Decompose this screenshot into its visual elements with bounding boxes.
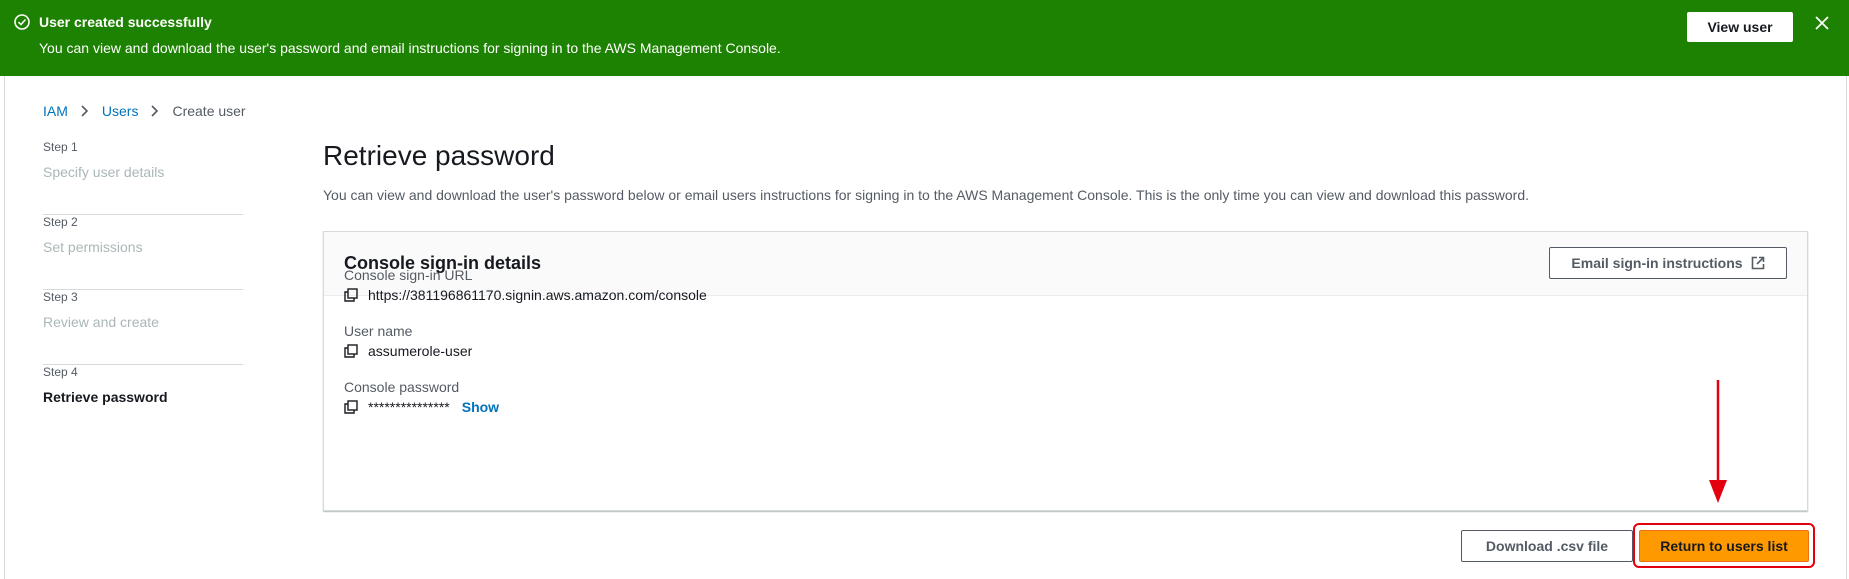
console-signin-details-panel: Console sign-in details Email sign-in in… — [323, 231, 1808, 511]
external-link-icon — [1751, 256, 1764, 270]
wizard-steps: Step 1 Specify user details Step 2 Set p… — [43, 140, 243, 440]
step-label: Retrieve password — [43, 389, 168, 405]
breadcrumb-create-user: Create user — [172, 103, 246, 119]
copy-icon[interactable] — [344, 288, 358, 302]
username-value: assumerole-user — [368, 343, 473, 359]
console-password-field: *************** Show — [344, 399, 499, 415]
step-label: Set permissions — [43, 239, 143, 255]
check-circle-icon — [14, 14, 30, 30]
signin-url-value: https://381196861170.signin.aws.amazon.c… — [368, 287, 707, 303]
breadcrumb: IAM Users Create user — [43, 103, 246, 119]
signin-url-label-text: Console sign-in URL — [344, 267, 473, 283]
signin-url-field: https://381196861170.signin.aws.amazon.c… — [344, 287, 707, 303]
wizard-step-2: Step 2 Set permissions — [43, 215, 243, 290]
step-number: Step 2 — [43, 215, 78, 229]
copy-icon[interactable] — [344, 344, 358, 358]
flash-title: User created successfully — [39, 14, 212, 30]
step-label: Specify user details — [43, 164, 165, 180]
show-password-link[interactable]: Show — [462, 399, 499, 415]
step-number: Step 3 — [43, 290, 78, 304]
wizard-step-1: Step 1 Specify user details — [43, 140, 243, 215]
email-signin-instructions-button[interactable]: Email sign-in instructions — [1549, 247, 1787, 279]
console-password-label: Console password — [344, 379, 460, 395]
flash-message: You can view and download the user's pas… — [39, 40, 781, 56]
breadcrumb-users[interactable]: Users — [102, 103, 139, 119]
chevron-right-icon — [81, 105, 89, 117]
email-button-label: Email sign-in instructions — [1571, 255, 1743, 271]
console-password-value: *************** — [368, 399, 450, 415]
step-label: Review and create — [43, 314, 159, 330]
breadcrumb-iam[interactable]: IAM — [43, 103, 68, 119]
step-number: Step 4 — [43, 365, 78, 379]
success-flashbar: User created successfully You can view a… — [0, 0, 1849, 76]
wizard-step-3: Step 3 Review and create — [43, 290, 243, 365]
return-to-users-list-button[interactable]: Return to users list — [1639, 530, 1809, 562]
username-label: User name — [344, 323, 413, 339]
view-user-button[interactable]: View user — [1687, 12, 1793, 42]
annotation-arrow-icon — [1709, 380, 1727, 503]
chevron-right-icon — [151, 105, 159, 117]
download-csv-button[interactable]: Download .csv file — [1461, 530, 1633, 562]
close-icon[interactable] — [1813, 14, 1831, 32]
username-field: assumerole-user — [344, 343, 472, 359]
page-title: Retrieve password — [323, 140, 555, 171]
wizard-step-4: Step 4 Retrieve password — [43, 365, 243, 440]
step-number: Step 1 — [43, 140, 78, 154]
copy-icon[interactable] — [344, 400, 358, 414]
page-description: You can view and download the user's pas… — [323, 187, 1530, 203]
